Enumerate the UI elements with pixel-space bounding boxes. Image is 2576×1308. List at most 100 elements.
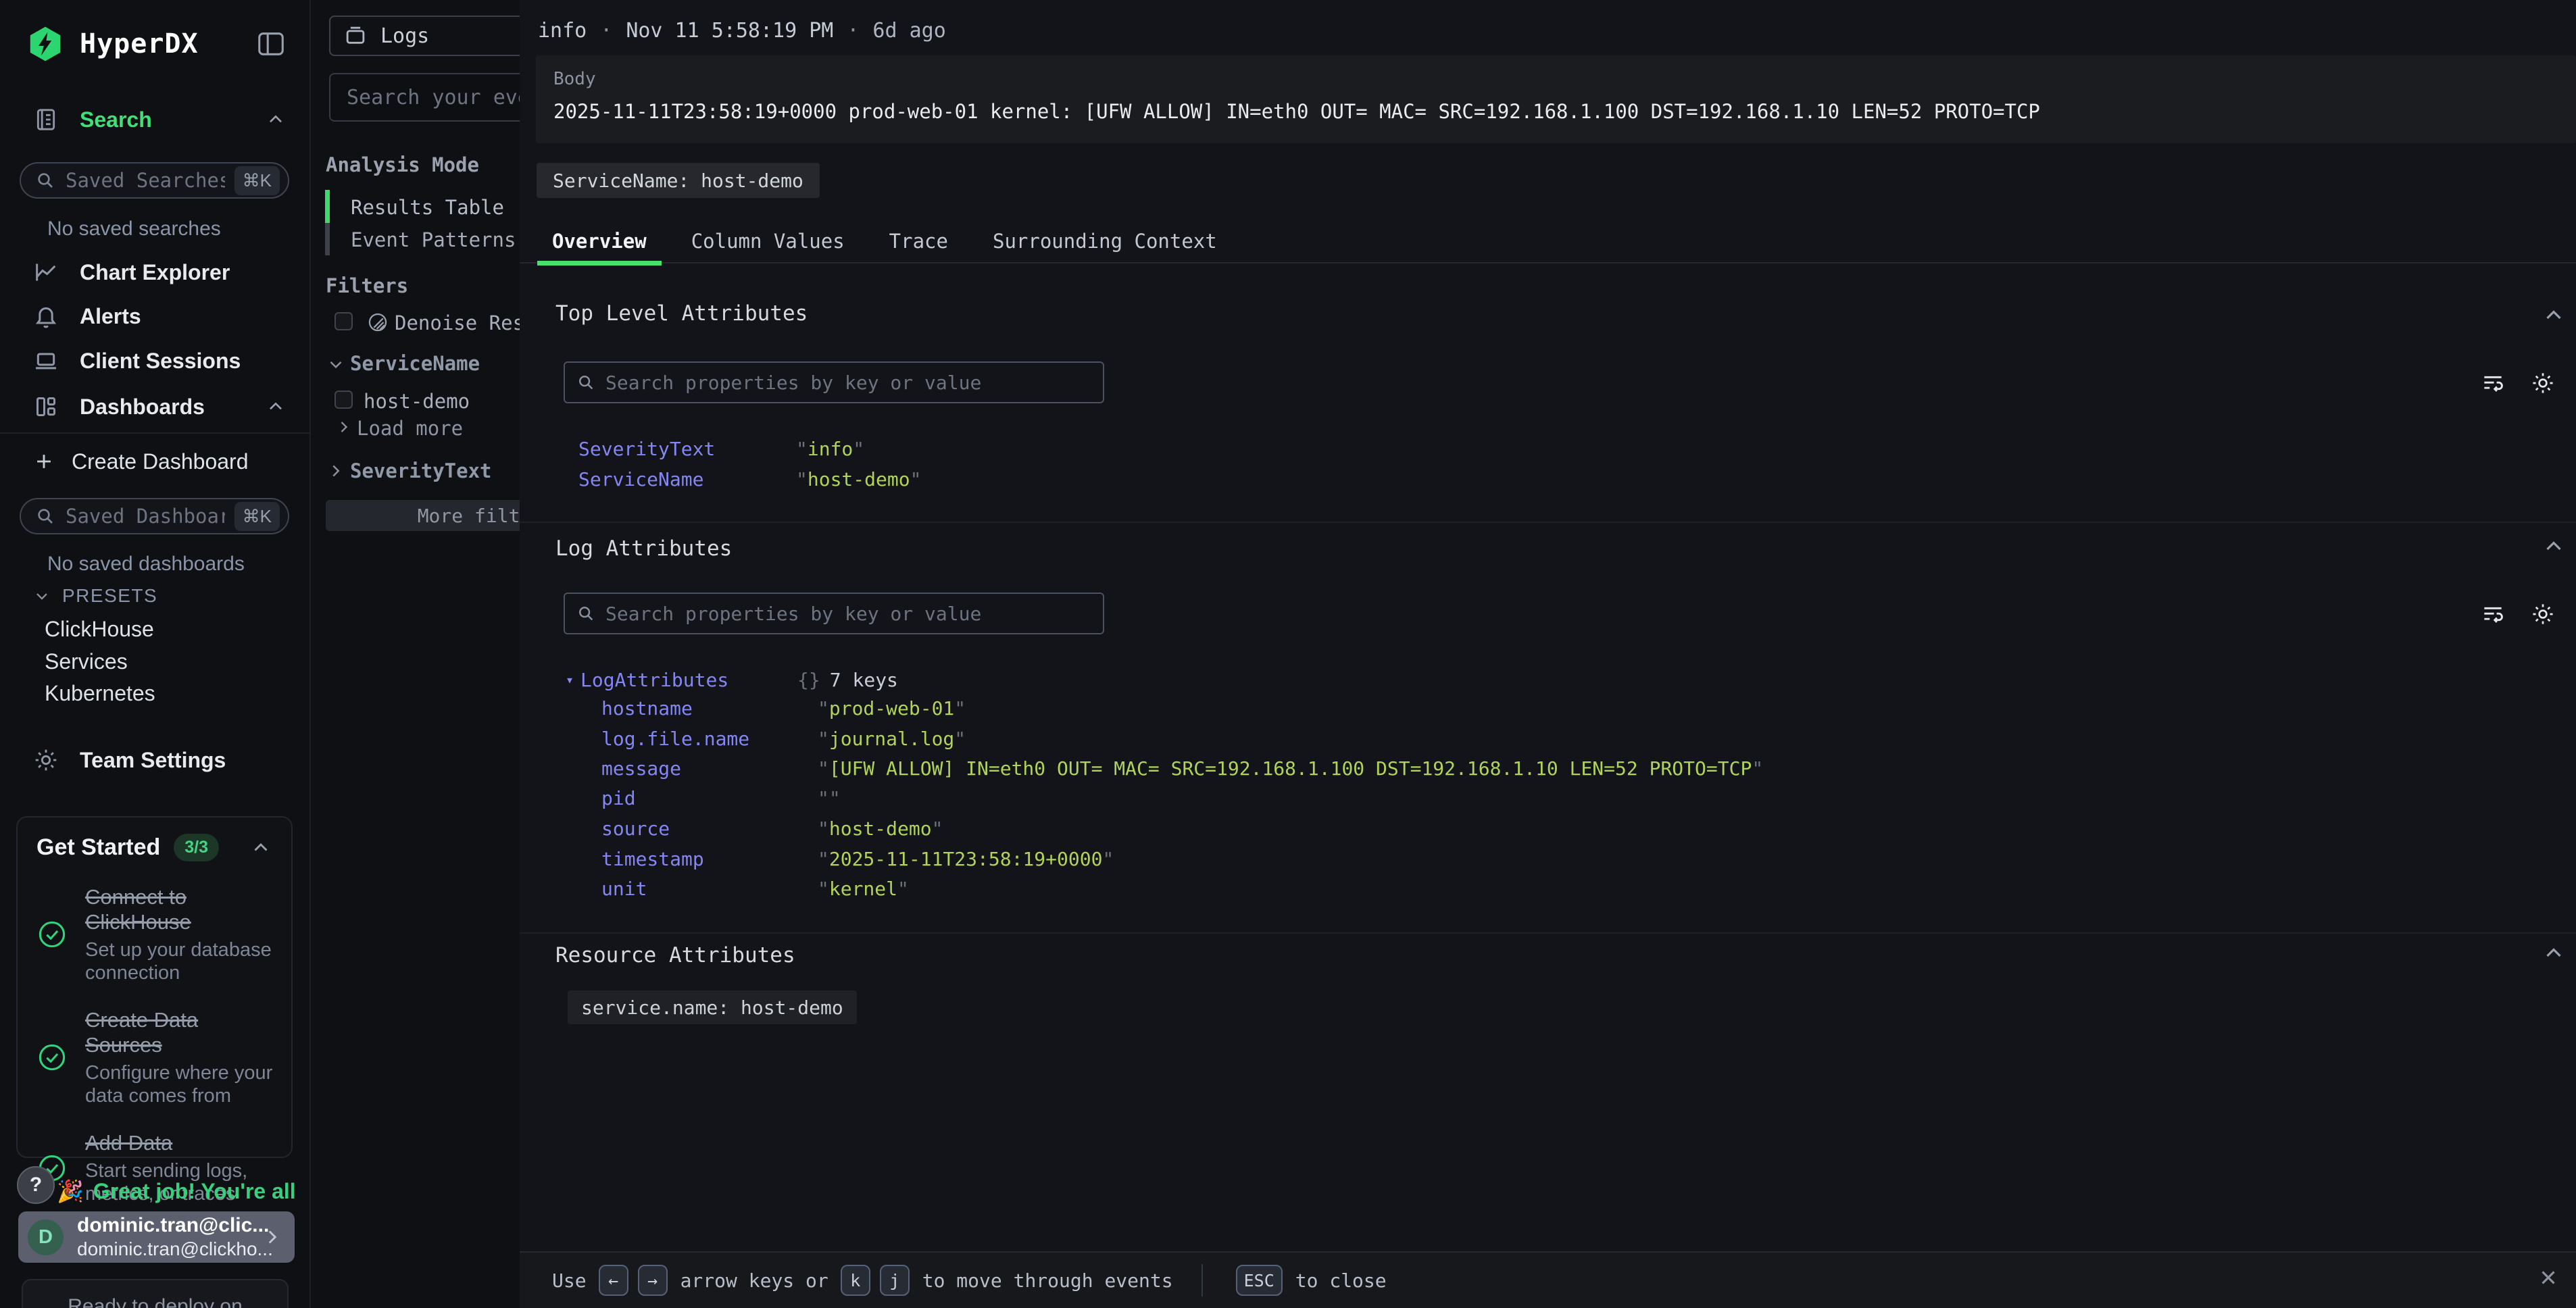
denoise-label[interactable]: Denoise Resul <box>395 311 520 334</box>
resource-service-tag[interactable]: service.name: host-demo <box>568 990 857 1024</box>
attribute-key[interactable]: unit <box>601 878 818 900</box>
more-filters-button[interactable]: More filte <box>326 500 520 531</box>
chevron-up-icon[interactable] <box>265 396 287 418</box>
chevron-up-icon[interactable] <box>265 109 287 130</box>
chevron-right-icon[interactable] <box>326 461 346 481</box>
sidebar-item-chart-explorer[interactable]: Chart Explorer <box>0 252 311 293</box>
saved-dashboards-search[interactable]: ⌘K <box>20 498 289 534</box>
preset-kubernetes[interactable]: Kubernetes <box>45 681 155 706</box>
top-level-tools <box>2480 370 2556 396</box>
attribute-value[interactable]: host-demo <box>818 818 943 840</box>
mode-event-patterns[interactable]: Event Patterns <box>351 228 516 251</box>
saved-searches-input[interactable] <box>66 169 225 192</box>
attribute-key[interactable]: message <box>601 757 818 780</box>
log-attrs-search-box[interactable] <box>564 593 1104 634</box>
attribute-row[interactable]: log.file.namejournal.log <box>601 728 966 750</box>
attribute-key[interactable]: pid <box>601 787 818 809</box>
attribute-key[interactable]: ServiceName <box>578 468 796 490</box>
active-mode-indicator <box>325 190 330 223</box>
help-button[interactable]: ? <box>17 1166 55 1204</box>
attribute-key[interactable]: timestamp <box>601 848 818 870</box>
team-settings-label: Team Settings <box>80 748 226 773</box>
footer-mid: arrow keys or <box>680 1269 828 1292</box>
collapse-sidebar-icon[interactable] <box>255 28 287 59</box>
sidebar-item-alerts[interactable]: Alerts <box>0 296 311 336</box>
get-started-item-desc: Configure where your data comes from <box>85 1061 277 1107</box>
get-started-item[interactable]: Create Data Sources Configure where your… <box>36 1007 278 1107</box>
collapse-section-icon[interactable] <box>2541 303 2567 328</box>
collapse-section-icon[interactable] <box>2541 940 2567 966</box>
host-demo-option[interactable]: host-demo <box>364 390 470 413</box>
attribute-value[interactable]: 2025-11-11T23:58:19+0000 <box>818 848 1114 870</box>
attribute-value[interactable]: kernel <box>818 878 909 900</box>
filter-group-servicename[interactable]: ServiceName <box>350 352 480 375</box>
attribute-value[interactable]: host-demo <box>796 468 921 490</box>
attribute-row[interactable]: pid <box>601 787 841 809</box>
attribute-row[interactable]: ServiceNamehost-demo <box>578 468 921 490</box>
create-dashboard-button[interactable]: Create Dashboard <box>0 441 311 482</box>
sidebar-item-search[interactable]: Search <box>0 99 311 140</box>
wrap-lines-icon[interactable] <box>2480 601 2506 627</box>
collapse-section-icon[interactable] <box>2541 534 2567 559</box>
attribute-value[interactable]: [UFW ALLOW] IN=eth0 OUT= MAC= SRC=192.16… <box>818 757 1763 780</box>
denoise-checkbox[interactable] <box>335 312 353 330</box>
sidebar-item-label: Dashboards <box>80 395 205 420</box>
sidebar-item-dashboards[interactable]: Dashboards <box>0 386 311 427</box>
sidebar-item-label: Search <box>80 107 152 132</box>
attribute-value[interactable] <box>818 787 841 809</box>
attribute-row[interactable]: unitkernel <box>601 878 909 900</box>
attribute-row[interactable]: sourcehost-demo <box>601 818 943 840</box>
attribute-key[interactable]: LogAttributes <box>580 669 797 691</box>
attribute-value[interactable]: journal.log <box>818 728 966 750</box>
load-more-link[interactable]: Load more <box>357 417 463 440</box>
hyperdx-logo-icon <box>26 24 65 64</box>
attribute-value[interactable]: prod-web-01 <box>818 697 966 720</box>
user-name: dominic.tran@clic... <box>77 1214 247 1237</box>
event-search-input[interactable] <box>347 86 520 109</box>
event-search-box[interactable] <box>329 73 520 122</box>
party-emoji-icon: 🎉 <box>57 1178 84 1204</box>
saved-searches-search[interactable]: ⌘K <box>20 162 289 199</box>
attribute-tree-root[interactable]: ▾LogAttributes{}7 keys <box>566 669 898 691</box>
saved-dashboards-input[interactable] <box>66 505 225 528</box>
filter-group-severitytext[interactable]: SeverityText <box>350 459 492 482</box>
attribute-key[interactable]: log.file.name <box>601 728 818 750</box>
source-selector[interactable]: Logs <box>329 16 520 56</box>
attribute-value[interactable]: info <box>796 438 864 460</box>
log-attrs-search-input[interactable] <box>605 603 1103 625</box>
tree-caret-icon[interactable]: ▾ <box>566 672 574 688</box>
user-menu[interactable]: D dominic.tran@clic... dominic.tran@clic… <box>18 1211 295 1263</box>
sidebar-item-client-sessions[interactable]: Client Sessions <box>0 341 311 381</box>
chart-explorer-icon <box>32 259 59 286</box>
top-level-search-box[interactable] <box>564 361 1104 403</box>
attribute-row[interactable]: message[UFW ALLOW] IN=eth0 OUT= MAC= SRC… <box>601 757 1763 780</box>
presets-toggle[interactable]: PRESETS <box>32 585 157 607</box>
attribute-key[interactable]: SeverityText <box>578 438 796 460</box>
attribute-row[interactable]: timestamp2025-11-11T23:58:19+0000 <box>601 848 1114 870</box>
tab-column-values[interactable]: Column Values <box>676 222 860 266</box>
host-demo-checkbox[interactable] <box>335 391 353 409</box>
servicename-tag[interactable]: ServiceName: host-demo <box>537 163 820 198</box>
get-started-item[interactable]: Connect to ClickHouse Set up your databa… <box>36 884 278 984</box>
tab-surrounding-context[interactable]: Surrounding Context <box>978 222 1232 266</box>
tab-trace[interactable]: Trace <box>874 222 963 266</box>
attribute-key[interactable]: hostname <box>601 697 818 720</box>
gear-icon[interactable] <box>2530 601 2556 627</box>
close-icon[interactable] <box>2537 1266 2560 1289</box>
chevron-down-icon[interactable] <box>326 354 346 374</box>
chevron-up-icon[interactable] <box>249 836 272 859</box>
deploy-teaser-card[interactable]: Ready to deploy on <box>22 1279 289 1308</box>
preset-services[interactable]: Services <box>45 649 128 674</box>
no-saved-searches-note: No saved searches <box>47 218 221 241</box>
tab-overview[interactable]: Overview <box>537 222 662 266</box>
attribute-row[interactable]: SeverityTextinfo <box>578 438 864 460</box>
mode-results-table[interactable]: Results Table <box>351 196 504 219</box>
top-level-search-input[interactable] <box>605 372 1103 394</box>
celebration-text: Great job! You're all <box>93 1179 296 1204</box>
preset-clickhouse[interactable]: ClickHouse <box>45 617 154 642</box>
wrap-lines-icon[interactable] <box>2480 370 2506 396</box>
attribute-key[interactable]: source <box>601 818 818 840</box>
gear-icon[interactable] <box>2530 370 2556 396</box>
sidebar-item-team-settings[interactable]: Team Settings <box>0 740 311 780</box>
attribute-row[interactable]: hostnameprod-web-01 <box>601 697 966 720</box>
